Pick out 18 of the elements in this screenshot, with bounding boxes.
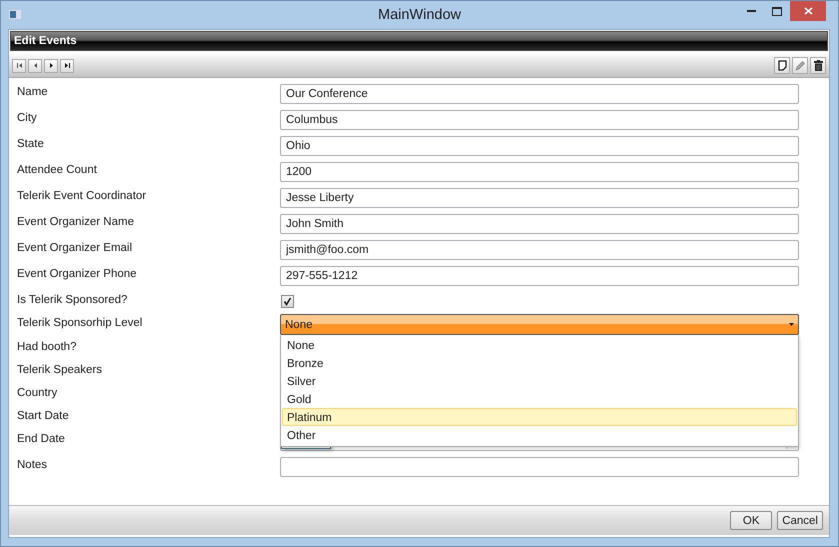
field-label: Event Organizer Name [17,215,135,228]
field-label: Had booth? [17,340,78,353]
field-label: Telerik Event Coordinator [17,189,148,202]
field-label: Event Organizer Phone [17,267,138,280]
field-label: Attendee Count [17,163,98,176]
field-label: Telerik Sponsorhip Level [17,316,144,329]
field-label: Notes [17,458,48,471]
window-title: MainWindow [378,7,461,23]
field-label: End Date [17,432,66,445]
field-label: Start Date [17,409,70,422]
field-label: Is Telerik Sponsored? [17,293,128,306]
header-bar: Edit Events [10,31,828,51]
field-label: Country [17,386,58,399]
field-label: Telerik Speakers [17,363,104,376]
field-label: City [17,111,38,124]
field-label: State [17,137,45,150]
field-label: Name [17,85,49,98]
field-label: Event Organizer Email [17,241,134,254]
